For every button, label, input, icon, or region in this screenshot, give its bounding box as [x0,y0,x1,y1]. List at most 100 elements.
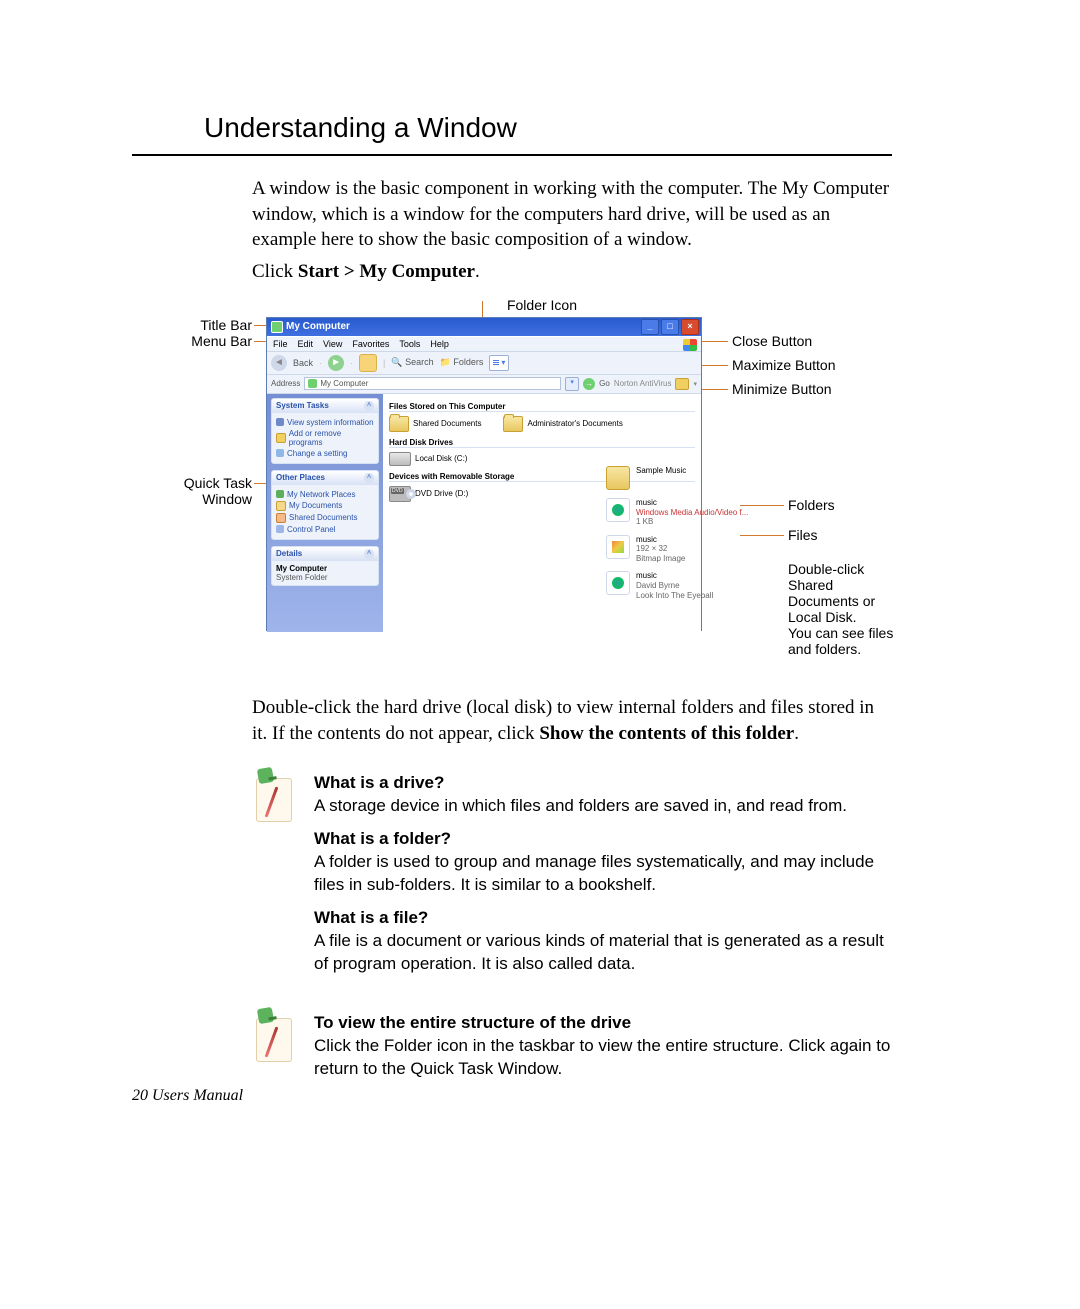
menu-help[interactable]: Help [430,339,449,349]
paragraph-doubleclick: Double-click the hard drive (local disk)… [252,695,892,746]
menu-view[interactable]: View [323,339,342,349]
my-computer-window: My Computer _ □ × File Edit View Favorit… [266,317,702,631]
system-tasks-title: System Tasks [276,401,329,410]
folder-shared-docs[interactable]: Shared Documents [389,416,481,432]
place-mydocs[interactable]: My Documents [276,501,374,511]
window-caption: My Computer [286,321,641,332]
place-controlpanel[interactable]: Control Panel [276,525,374,534]
search-button[interactable]: Search [391,357,433,368]
collapse-icon[interactable]: ˄ [364,473,374,483]
title-rule [132,154,892,156]
task-view-sysinfo[interactable]: View system information [276,418,374,427]
wma-file-icon [606,571,630,595]
preview-folder-sample-music[interactable]: Sample Music [606,466,806,490]
norton-dropdown[interactable]: ▾ [693,380,697,388]
minimize-button[interactable]: _ [641,319,659,335]
a-folder: A folder is used to group and manage fil… [314,852,874,894]
address-input[interactable]: My Computer [304,377,561,390]
click-path: Start > My Computer [298,261,475,282]
click-prefix: Click [252,261,298,282]
group-files-stored: Files Stored on This Computer [389,402,695,412]
window-diagram: Title Bar Menu Bar Quick Task Window Clo… [142,317,902,677]
a-file: A file is a document or various kinds of… [314,931,884,973]
preview-file-wma2[interactable]: music David Byrne Look Into The Eyeball [606,571,806,600]
preview-file-wma[interactable]: music Windows Media Audio/Video f... 1 K… [606,498,806,527]
note-icon [252,1012,296,1064]
maximize-button[interactable]: □ [661,319,679,335]
other-places-panel: Other Places˄ My Network Places My Docum… [271,470,379,540]
go-icon[interactable]: → [583,378,595,390]
norton-icon[interactable] [675,378,689,390]
title-bar[interactable]: My Computer _ □ × [267,318,701,336]
leader-title-bar [254,325,266,326]
leader-minimize [700,389,728,390]
note-drive-folder-file: What is a drive? A storage device in whi… [252,772,892,986]
label-title-bar: Title Bar [132,317,252,333]
menu-file[interactable]: File [273,339,288,349]
folder-admin-docs[interactable]: Administrator's Documents [503,416,622,432]
q-drive: What is a drive? [314,772,892,795]
windows-flag-icon [683,339,697,351]
address-dropdown[interactable]: ▾ [565,377,579,391]
drive-local-c[interactable]: Local Disk (C:) [389,452,467,466]
details-title: Details [276,549,302,558]
note-icon [252,772,296,824]
drive-dvd-d[interactable]: DVDDVD Drive (D:) [389,486,468,502]
address-label: Address [271,379,300,388]
menu-edit[interactable]: Edit [298,339,314,349]
task-add-remove[interactable]: Add or remove programs [276,429,374,447]
intro-paragraph: A window is the basic component in worki… [252,176,892,253]
back-button[interactable]: ◄ [271,355,287,371]
preview-file-bmp[interactable]: music 192 × 32 Bitmap Image [606,535,806,564]
place-shared[interactable]: Shared Documents [276,513,374,523]
page-title: Understanding a Window [204,112,902,144]
folder-icon [389,416,409,432]
a-drive: A storage device in which files and fold… [314,796,847,815]
q-folder: What is a folder? [314,828,892,851]
bold-show-contents: Show the contents of this folder [539,723,794,744]
forward-button[interactable]: ► [328,355,344,371]
system-tasks-panel: System Tasks ˄ View system information Ad… [271,398,379,464]
leader-close [700,341,728,342]
folder-icon [606,466,630,490]
label-menu-bar: Menu Bar [132,333,252,349]
leader-menu-bar [254,341,266,342]
leader-maximize [700,365,728,366]
label-minimize: Minimize Button [732,381,832,397]
toolbar: ◄ Back · ► · | Search Folders [267,352,701,375]
back-label: Back [293,358,313,368]
collapse-icon[interactable]: ˄ [364,401,374,411]
group-hard-disks: Hard Disk Drives [389,438,695,448]
collapse-icon[interactable]: ˄ [364,549,374,559]
address-bar: Address My Computer ▾ → Go Norton AntiVi… [267,375,701,394]
click-instruction: Click Start > My Computer. [252,261,902,283]
note-view-structure: To view the entire structure of the driv… [252,1012,892,1091]
folder-icon [503,416,523,432]
folder-icon-callout-label: Folder Icon [482,297,602,313]
menu-bar[interactable]: File Edit View Favorites Tools Help [267,336,701,352]
quick-task-sidebar: System Tasks ˄ View system information Ad… [267,394,383,632]
details-type: System Folder [276,573,374,582]
click-suffix: . [475,261,480,282]
close-button[interactable]: × [681,319,699,335]
bmp-file-icon [606,535,630,559]
leader-quick-task [254,483,266,484]
go-label: Go [599,379,610,388]
place-network[interactable]: My Network Places [276,490,374,499]
norton-label: Norton AntiVirus [614,379,672,388]
q-file: What is a file? [314,907,892,930]
views-button[interactable] [489,355,509,371]
hard-drive-icon [389,452,411,466]
menu-tools[interactable]: Tools [399,339,420,349]
a-view-structure: Click the Folder icon in the taskbar to … [314,1036,890,1078]
label-close: Close Button [732,333,812,349]
address-icon [308,379,317,388]
label-maximize: Maximize Button [732,357,835,373]
details-panel: Details˄ My Computer System Folder [271,546,379,586]
page-footer: 20 Users Manual [132,1087,243,1105]
menu-favorites[interactable]: Favorites [352,339,389,349]
task-change-setting[interactable]: Change a setting [276,449,374,458]
dvd-drive-icon: DVD [389,486,411,502]
folders-button[interactable]: Folders [440,357,484,368]
up-button[interactable] [359,354,377,372]
